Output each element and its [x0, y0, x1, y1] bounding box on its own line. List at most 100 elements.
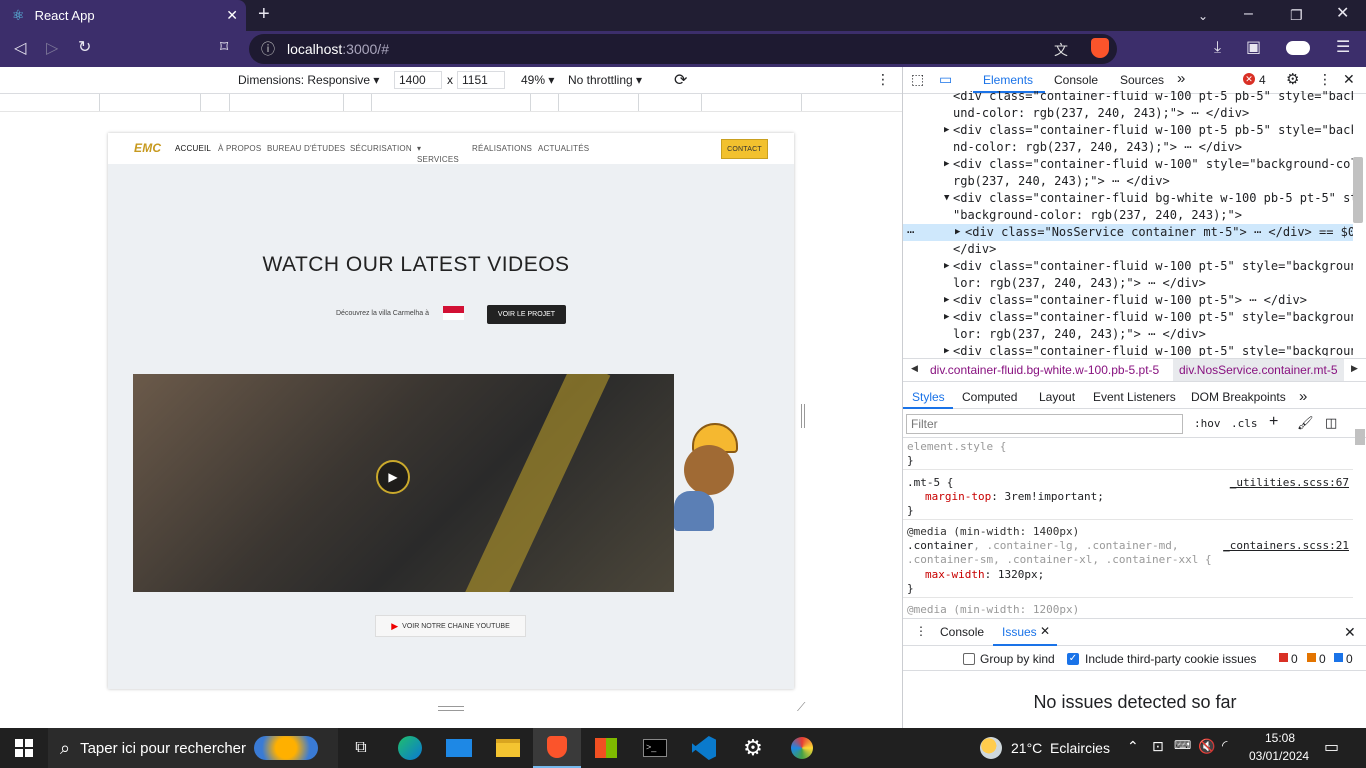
windows-start-icon[interactable] [0, 728, 48, 768]
address-bar[interactable]: ⓘ localhost :3000/# 文 [249, 34, 1117, 64]
drawer-tab-issues[interactable]: Issues [1002, 625, 1037, 639]
dom-line[interactable]: <div class="container-fluid w-100 pt-5 p… [953, 122, 1353, 139]
play-button-icon[interactable]: ▶ [376, 460, 410, 494]
inspect-icon[interactable]: ⬚ [911, 71, 924, 88]
brave-browser-icon[interactable] [533, 728, 581, 768]
nav-a-propos[interactable]: À PROPOS [218, 144, 261, 153]
dom-line[interactable]: nd-color: rgb(237, 240, 243);"> ⋯ </div> [953, 139, 1242, 156]
dom-line-selected[interactable]: <div class="NosService container mt-5"> … [965, 224, 1353, 241]
breadcrumb-item-active[interactable]: div.NosService.container.mt-5 [1173, 359, 1344, 381]
view-project-button[interactable]: VOIR LE PROJET [487, 305, 566, 324]
vscode-icon[interactable] [680, 728, 728, 768]
tab-console[interactable]: Console [1054, 73, 1098, 87]
dom-line[interactable]: <div class="container-fluid w-100 pt-5 p… [953, 91, 1353, 105]
browser-tab[interactable]: ⚛ React App ✕ [0, 0, 246, 31]
notification-icon[interactable]: ▭ [1324, 737, 1339, 757]
translate-icon[interactable]: 文 [1054, 40, 1068, 60]
tab-styles[interactable]: Styles [912, 390, 945, 404]
menu-icon[interactable]: ☰ [1336, 40, 1350, 56]
minimize-icon[interactable]: – [1244, 6, 1253, 22]
container-source-link[interactable]: _containers.scss:21 [1223, 539, 1349, 553]
tab-sources[interactable]: Sources [1120, 73, 1164, 87]
task-view-icon[interactable]: ⧉ [337, 728, 385, 768]
nav-realisations[interactable]: RÉALISATIONS [472, 144, 532, 153]
hov-toggle[interactable]: :hov [1194, 417, 1221, 430]
site-logo[interactable]: EMC [134, 141, 161, 155]
brave-shield-icon[interactable] [1091, 38, 1109, 58]
expand-arrow-icon[interactable]: ▶ [955, 224, 960, 241]
tab-elements[interactable]: Elements [983, 73, 1033, 87]
nav-services[interactable]: SERVICES ▾ [417, 144, 459, 164]
crumb-right-arrow-icon[interactable]: ▶ [1351, 363, 1358, 374]
tab-event-listeners[interactable]: Event Listeners [1093, 390, 1176, 404]
drawer-close-icon[interactable]: ✕ [1344, 624, 1356, 641]
dom-line[interactable]: rgb(237, 240, 243);"> ⋯ </div> [953, 173, 1170, 190]
dom-line[interactable]: <div class="container-fluid w-100 pt-5" … [953, 309, 1353, 326]
width-input[interactable]: 1400 [394, 71, 442, 89]
ellipsis-icon[interactable]: ⋯ [907, 224, 914, 241]
restore-icon[interactable]: ❐ [1290, 7, 1303, 23]
paint-app-icon[interactable] [778, 728, 826, 768]
dom-line[interactable]: </div> [953, 241, 996, 258]
reload-icon[interactable]: ↻ [78, 40, 91, 56]
contact-button[interactable]: CONTACT [721, 139, 768, 159]
dom-line[interactable]: <div class="container-fluid w-100 pt-5" … [953, 258, 1353, 275]
breadcrumb-item[interactable]: div.container-fluid.bg-white.w-100.pb-5.… [930, 363, 1159, 377]
youtube-button[interactable]: ▶ VOIR NOTRE CHAINE YOUTUBE [375, 615, 526, 637]
new-tab-icon[interactable]: + [258, 4, 270, 24]
cls-toggle[interactable]: .cls [1231, 417, 1258, 430]
tab-list-chevron-icon[interactable]: ⌄ [1198, 8, 1208, 24]
tab-computed[interactable]: Computed [962, 390, 1017, 404]
bookmark-icon[interactable]: ⌑ [220, 40, 228, 56]
dom-scrollbar[interactable] [1353, 157, 1363, 223]
third-party-checkbox[interactable]: ✓ [1067, 653, 1079, 665]
resize-handle-bottom[interactable] [438, 706, 464, 711]
rotate-icon[interactable]: ⟳ [674, 70, 687, 90]
wifi-icon[interactable]: ◜ [1222, 737, 1227, 754]
expand-arrow-icon[interactable]: ▶ [944, 258, 949, 275]
forward-icon[interactable]: ▷ [46, 41, 58, 57]
more-tabs-icon[interactable]: » [1177, 70, 1185, 87]
expand-arrow-icon[interactable]: ▶ [944, 156, 949, 173]
mt5-source-link[interactable]: _utilities.scss:67 [1230, 476, 1349, 490]
crumb-left-arrow-icon[interactable]: ◀ [911, 363, 918, 374]
expand-arrow-icon[interactable]: ▶ [944, 309, 949, 326]
nav-accueil[interactable]: ACCUEIL [175, 144, 211, 153]
expand-arrow-icon[interactable]: ▶ [944, 343, 949, 356]
back-icon[interactable]: ◁ [14, 41, 26, 57]
dom-line[interactable]: <div class="container-fluid w-100 pt-5">… [953, 292, 1307, 309]
terminal-icon[interactable]: >_ [631, 728, 679, 768]
chevron-up-icon[interactable]: ⌃ [1127, 738, 1139, 755]
height-input[interactable]: 1151 [457, 71, 505, 89]
window-close-icon[interactable]: ✕ [1336, 6, 1349, 22]
issues-tab-close-icon[interactable]: ✕ [1040, 624, 1050, 638]
dom-line[interactable]: <div class="container-fluid w-100 pt-5" … [953, 343, 1353, 356]
drawer-tab-console[interactable]: Console [940, 625, 984, 639]
element-style-rule[interactable]: element.style { [907, 440, 1006, 454]
customize-icon[interactable]: ⋮ [1318, 71, 1332, 88]
more-subtabs-icon[interactable]: » [1299, 388, 1307, 405]
new-rule-icon[interactable]: + [1269, 413, 1278, 431]
styles-scrollbar[interactable] [1355, 429, 1365, 445]
filter-input[interactable]: Filter [906, 414, 1183, 434]
throttling-dropdown[interactable]: No throttling ▾ [568, 73, 642, 87]
resize-corner-icon[interactable]: ⟋ [797, 700, 805, 715]
network-meter-icon[interactable]: ⊡ [1152, 738, 1164, 755]
edge-icon[interactable] [386, 728, 434, 768]
dimensions-dropdown[interactable]: Dimensions: Responsive ▾ [238, 73, 379, 87]
container-selector[interactable]: .container, .container-lg, .container-md… [907, 539, 1179, 553]
clock-date[interactable]: 03/01/2024 [1249, 749, 1309, 763]
brave-wallet-icon[interactable] [1286, 41, 1310, 55]
keyboard-icon[interactable]: ⌨ [1174, 738, 1191, 752]
tab-dom-breakpoints[interactable]: DOM Breakpoints [1191, 390, 1286, 404]
weather-text[interactable]: 21°C Eclaircies [1011, 740, 1110, 756]
dom-line[interactable]: <div class="container-fluid w-100" style… [953, 156, 1353, 173]
devtools-close-icon[interactable]: ✕ [1343, 71, 1355, 88]
drawer-menu-icon[interactable]: ⋮ [915, 624, 927, 638]
group-by-kind-checkbox[interactable] [963, 653, 975, 665]
site-info-icon[interactable]: ⓘ [261, 39, 275, 59]
toggle-sidebar-icon[interactable]: ◫ [1325, 415, 1337, 431]
device-toggle-icon[interactable]: ▭ [939, 71, 952, 88]
close-tab-icon[interactable]: ✕ [226, 7, 238, 24]
paint-icon[interactable]: 🖌 [1297, 415, 1314, 431]
